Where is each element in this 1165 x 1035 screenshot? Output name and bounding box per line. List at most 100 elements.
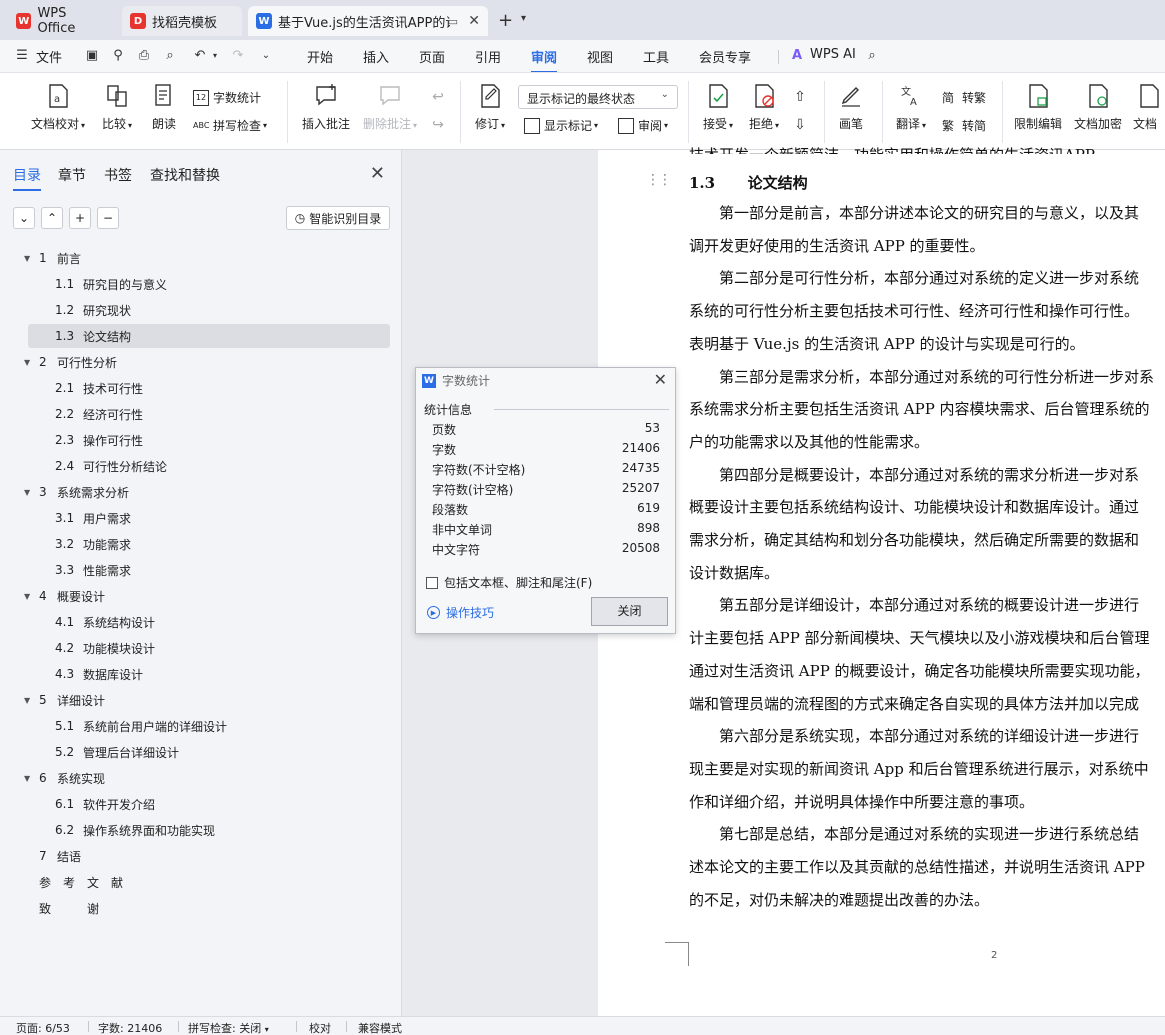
toc-item[interactable]: 5.1 系统前台用户端的详细设计 [28, 714, 390, 738]
doc-more-button[interactable]: 文档 [1133, 83, 1165, 132]
next-comment-icon[interactable]: ↪ [430, 117, 446, 133]
toc-item[interactable]: 2.4 可行性分析结论 [28, 454, 390, 478]
search-icon[interactable]: ⌕ [864, 48, 880, 64]
accept-button[interactable]: 接受 ▾ [700, 83, 736, 132]
more-chevron-icon[interactable]: ⌄ [258, 48, 274, 64]
menu-wps-ai[interactable]: WPS AI [810, 47, 856, 62]
redo-icon[interactable]: ↷ [230, 48, 246, 64]
toc-item[interactable]: 1.1 研究目的与意义 [28, 272, 390, 296]
tab-document[interactable]: W 基于Vue.js的生活资讯APP的设 ▭ ✕ [248, 6, 488, 36]
print-icon[interactable]: ⎙ [136, 48, 152, 64]
prev-comment-icon[interactable]: ↩ [430, 89, 446, 105]
toc-item[interactable]: 6.1 软件开发介绍 [28, 792, 390, 816]
close-button[interactable]: 关闭 [591, 597, 668, 626]
toc-item[interactable]: 2.1 技术可行性 [28, 376, 390, 400]
prev-change-icon[interactable]: ⇧ [792, 89, 808, 105]
reject-button[interactable]: 拒绝 ▾ [746, 83, 782, 132]
close-tab-icon[interactable]: ✕ [468, 13, 480, 29]
delete-comment-button[interactable]: 删除批注 ▾ [360, 83, 420, 132]
smart-toc-button[interactable]: ◷ 智能识别目录 [286, 206, 390, 230]
menu-member[interactable]: 会员专享 [699, 47, 751, 66]
status-page[interactable]: 页面: 6/53 [16, 1020, 70, 1035]
tips-link[interactable]: ▶ 操作技巧 [427, 604, 494, 621]
save-icon[interactable]: ▣ [84, 48, 100, 64]
include-textbox-checkbox[interactable]: 包括文本框、脚注和尾注(F) [426, 574, 592, 591]
menu-tools[interactable]: 工具 [643, 47, 669, 66]
toc-item[interactable]: 4.2 功能模块设计 [28, 636, 390, 660]
screen-icon[interactable]: ▭ [448, 15, 458, 28]
toc-item[interactable]: 参 考 文 献 [28, 870, 390, 894]
add-heading-button[interactable]: + [69, 207, 91, 229]
chevron-down-icon[interactable]: ▾ [521, 13, 526, 24]
revise-button[interactable]: 修订 ▾ [472, 83, 508, 132]
toc-item[interactable]: 致 谢 [28, 896, 390, 920]
show-markup-button[interactable]: 显示标记 ▾ [524, 117, 598, 134]
undo-icon[interactable]: ↶ [192, 48, 208, 64]
markup-state-select[interactable]: 显示标记的最终状态 ⌄ [518, 85, 678, 109]
pen-button[interactable]: 画笔 [836, 83, 866, 132]
toc-item[interactable]: 2.2 经济可行性 [28, 402, 390, 426]
close-icon[interactable]: ✕ [370, 163, 385, 184]
wps-ai-icon[interactable]: A [789, 48, 805, 64]
expand-triangle-icon[interactable]: ▼ [24, 358, 30, 367]
checkbox-box[interactable] [426, 576, 438, 589]
toc-item[interactable]: 4.1 系统结构设计 [28, 610, 390, 634]
compare-button[interactable]: 比较 ▾ [98, 83, 136, 132]
toc-item[interactable]: 1.3 论文结构 [28, 324, 390, 348]
toc-item[interactable]: ▼ 1 前言 [24, 246, 390, 270]
expand-triangle-icon[interactable]: ▼ [24, 696, 30, 705]
remove-heading-button[interactable]: − [97, 207, 119, 229]
toc-item[interactable]: 2.3 操作可行性 [28, 428, 390, 452]
tab-toc[interactable]: 目录 [13, 165, 41, 191]
review-pane-button[interactable]: 审阅 ▾ [618, 117, 668, 134]
toc-item[interactable]: 5.2 管理后台详细设计 [28, 740, 390, 764]
status-spell-check[interactable]: 拼写检查: 关闭 ▾ [188, 1020, 269, 1035]
hamburger-icon[interactable]: ☰ [14, 48, 30, 64]
tab-bookmarks[interactable]: 书签 [104, 165, 132, 185]
chevron-down-icon[interactable]: ▾ [207, 48, 223, 64]
expand-triangle-icon[interactable]: ▼ [24, 254, 30, 263]
restrict-edit-button[interactable]: 限制编辑 [1012, 83, 1064, 132]
document-page[interactable]: 技术开发一个新颖简洁、功能实用和操作简单的生活资讯APP ⋮⋮ 1.3 论文结构… [598, 146, 1165, 1016]
menu-review[interactable]: 审阅 [531, 47, 558, 73]
toc-item[interactable]: 6.2 操作系统界面和功能实现 [28, 818, 390, 842]
share-icon[interactable]: ⚲ [110, 48, 126, 64]
new-tab-icon[interactable]: + [498, 10, 513, 31]
menu-page[interactable]: 页面 [419, 47, 445, 66]
close-icon[interactable]: ✕ [654, 370, 667, 389]
encrypt-button[interactable]: 文档加密 [1072, 83, 1124, 132]
toc-item[interactable]: ▼ 3 系统需求分析 [24, 480, 390, 504]
collapse-all-button[interactable]: ⌄ [13, 207, 35, 229]
tab-find-replace[interactable]: 查找和替换 [150, 165, 220, 185]
spell-check-button[interactable]: ABC 拼写检查 ▾ [193, 117, 267, 134]
status-word-count[interactable]: 字数: 21406 [98, 1020, 162, 1035]
menu-start[interactable]: 开始 [307, 47, 333, 66]
expand-triangle-icon[interactable]: ▼ [24, 488, 30, 497]
toc-item[interactable]: 3.2 功能需求 [28, 532, 390, 556]
insert-comment-button[interactable]: 插入批注 [300, 83, 352, 132]
to-traditional-button[interactable]: 简 转繁 [942, 89, 986, 106]
menu-references[interactable]: 引用 [475, 47, 501, 66]
toc-item[interactable]: 3.3 性能需求 [28, 558, 390, 582]
menu-insert[interactable]: 插入 [363, 47, 389, 66]
proofread-button[interactable]: a 文档校对 ▾ [30, 83, 86, 132]
toc-item[interactable]: 3.1 用户需求 [28, 506, 390, 530]
menu-view[interactable]: 视图 [587, 47, 613, 66]
drag-handle-icon[interactable]: ⋮⋮ [646, 172, 672, 188]
expand-triangle-icon[interactable]: ▼ [24, 774, 30, 783]
toc-item[interactable]: 7 结语 [28, 844, 390, 868]
tab-wps-office[interactable]: W WPS Office [8, 6, 114, 36]
tab-docer-templates[interactable]: D 找稻壳模板 [122, 6, 242, 36]
tab-chapters[interactable]: 章节 [58, 165, 86, 185]
print-preview-icon[interactable]: ⌕ [162, 48, 178, 64]
expand-up-button[interactable]: ⌃ [41, 207, 63, 229]
expand-triangle-icon[interactable]: ▼ [24, 592, 30, 601]
read-aloud-button[interactable]: 朗读 [150, 83, 178, 132]
menu-file[interactable]: 文件 [36, 47, 62, 66]
toc-item[interactable]: 1.2 研究现状 [28, 298, 390, 322]
word-count-button[interactable]: 12 字数统计 [193, 89, 261, 106]
toc-item[interactable]: 4.3 数据库设计 [28, 662, 390, 686]
next-change-icon[interactable]: ⇩ [792, 117, 808, 133]
toc-item[interactable]: ▼ 5 详细设计 [24, 688, 390, 712]
toc-item[interactable]: ▼ 2 可行性分析 [24, 350, 390, 374]
